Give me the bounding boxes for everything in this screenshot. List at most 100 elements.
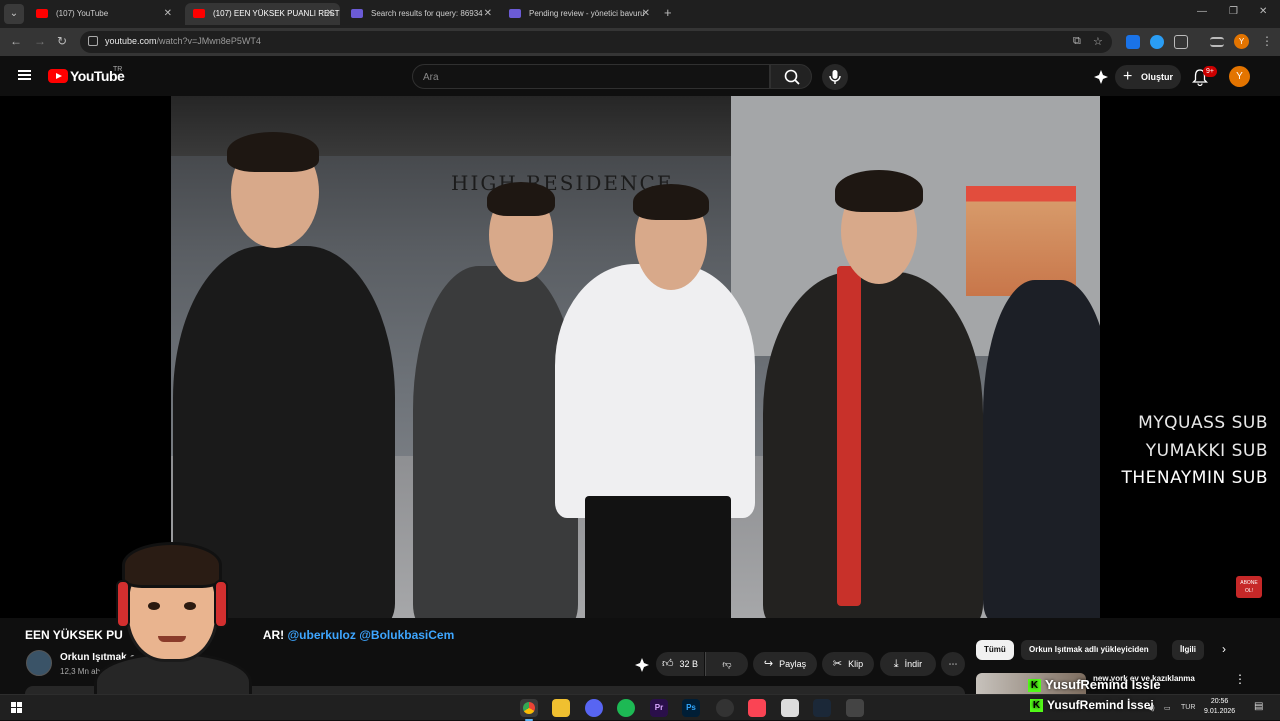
mention-link[interactable]: @BolukbasiCem [359,628,454,642]
browser-tabstrip: ⌄ (107) YouTube ✕ (107) EEN YÜKSEK PUANL… [0,0,1280,28]
discord-icon[interactable] [585,699,603,717]
create-button[interactable]: + Oluştur [1115,65,1181,89]
close-tab-icon[interactable]: ✕ [326,3,334,25]
chevron-right-icon[interactable]: › [1222,642,1226,656]
chrome-taskbar-icon[interactable] [520,699,538,721]
mention-link[interactable]: @uberkuloz [287,628,355,642]
streamer-hair [122,542,222,588]
plus-icon: + [1123,68,1133,85]
install-app-icon[interactable]: ⧉ [1073,35,1081,48]
account-avatar[interactable]: Y [1229,66,1250,87]
tab-pending-review[interactable]: Pending review - yönetici bavuru ✕ [501,3,656,25]
restore-icon[interactable]: ❐ [1229,6,1238,17]
streamer-eye [148,602,160,610]
tab-search-button[interactable]: ⌄ [4,4,24,24]
browser-profile-avatar[interactable]: Y [1234,34,1249,49]
thumbs-down-icon: 👎︎ [722,659,732,669]
ticker-line-3: THENAYMIN SUB [1117,467,1272,489]
extension-icon[interactable] [1126,35,1140,49]
ask-ai-sparkle-icon[interactable] [634,657,650,673]
site-info-icon[interactable] [88,36,98,46]
notes-icon[interactable] [781,699,799,717]
media-controls-icon[interactable] [1210,37,1224,47]
system-clock[interactable]: 20:56 9.01.2026 [1204,697,1235,717]
browser-menu-icon[interactable]: ⋮ [1261,34,1273,48]
thumbs-up-icon: 👍︎ [661,658,674,670]
youtube-header: YouTube TR +Oluştur 9+ Y [0,56,1280,96]
streamer-mouth [158,636,186,642]
close-tab-icon[interactable]: ✕ [642,3,650,25]
ticker-line-1: MYQUASS SUB [1138,413,1268,433]
windows-start-icon[interactable] [11,702,23,714]
chip-from-uploader[interactable]: Orkun Işıtmak adlı yükleyiciden [1021,640,1157,660]
reload-icon[interactable]: ↻ [57,34,67,48]
address-bar[interactable]: youtube.com/watch?v=JMwn8eP5WT4 ⧉ ☆ [80,31,1112,53]
extension-icon[interactable] [1150,35,1164,49]
youtube-icon [193,9,205,18]
search-input[interactable] [423,69,753,85]
video-frame[interactable]: HIGH RESIDENCE [171,96,1100,618]
scissors-icon: ✂ [832,658,843,670]
tab-search-results[interactable]: Search results for query: 86934 ✕ [343,3,498,25]
more-icon: ⋯ [948,659,958,669]
premiere-icon[interactable]: Pr [650,699,668,717]
network-icon[interactable]: ▭ [1164,704,1171,712]
input-language[interactable]: TUR [1181,704,1195,711]
close-tab-icon[interactable]: ✕ [164,3,172,25]
person-2-hair [487,182,555,216]
voice-search-button[interactable] [822,64,848,90]
windows-taskbar: Pr Ps K YusufRemind İssei ◀) ▭ TUR 20:56 … [0,694,1280,721]
back-icon[interactable]: ← [10,34,22,48]
forward-icon[interactable]: → [34,34,46,48]
menu-icon[interactable] [18,70,31,80]
streamer-avatar-overlay [82,540,264,712]
person-3 [555,264,755,518]
tab-video[interactable]: (107) EEN YÜKSEK PUANLI REST ✕ [185,3,340,25]
tab-youtube-home[interactable]: (107) YouTube ✕ [28,3,178,25]
subscribe-overlay-badge: ABONE OL! [1236,576,1262,598]
speaker-icon[interactable]: ◀) [1147,704,1155,712]
kick-logo-icon: K [1030,699,1043,713]
person-4-hair [835,170,923,212]
channel-avatar[interactable] [26,650,52,676]
download-button[interactable]: ⤓ İndir [880,652,936,676]
download-icon: ⤓ [893,658,899,670]
share-button[interactable]: ↪ Paylaş [753,652,817,676]
app-icon[interactable] [846,699,864,717]
streamer-eye [184,602,196,610]
close-window-icon[interactable]: ✕ [1259,6,1267,17]
minimize-icon[interactable]: — [1197,6,1207,17]
file-explorer-icon[interactable] [552,699,570,717]
clip-button[interactable]: ✂ Klip [822,652,874,676]
obs-icon[interactable] [716,699,734,717]
like-button[interactable]: 👍︎ 32 B [656,652,704,676]
youtube-icon [36,9,48,18]
microphone-icon [829,70,841,84]
new-tab-button[interactable]: + [664,5,672,20]
bookmark-star-icon[interactable]: ☆ [1093,35,1103,48]
person-3-trousers [585,496,731,618]
person-2 [413,266,578,618]
chip-related[interactable]: İlgili [1172,640,1204,660]
more-icon[interactable]: ⋮ [1234,672,1246,686]
valorant-icon[interactable] [748,699,766,717]
notifications-icon[interactable]: ▤ [1254,701,1263,712]
dislike-button[interactable]: 👎︎ [705,652,748,676]
more-actions-button[interactable]: ⋯ [941,652,965,676]
kick-logo-icon: K [1028,679,1041,693]
close-tab-icon[interactable]: ✕ [484,3,492,25]
headphone-icon [116,580,130,628]
youtube-logo-icon[interactable] [48,69,68,83]
notification-badge: 9+ [1203,66,1217,77]
puzzle-icon[interactable] [1174,35,1188,49]
chip-all[interactable]: Tümü [976,640,1014,660]
ai-sparkle-icon[interactable] [1093,69,1109,85]
watermark-1: K YusufRemind İssle [1028,677,1161,693]
extension-icon [351,9,363,18]
photoshop-icon[interactable]: Ps [682,699,700,717]
steam-icon[interactable] [813,699,831,717]
spotify-icon[interactable] [617,699,635,717]
search-button[interactable] [770,64,812,89]
person-4-scarf [837,266,861,606]
region-code: TR [113,66,123,73]
